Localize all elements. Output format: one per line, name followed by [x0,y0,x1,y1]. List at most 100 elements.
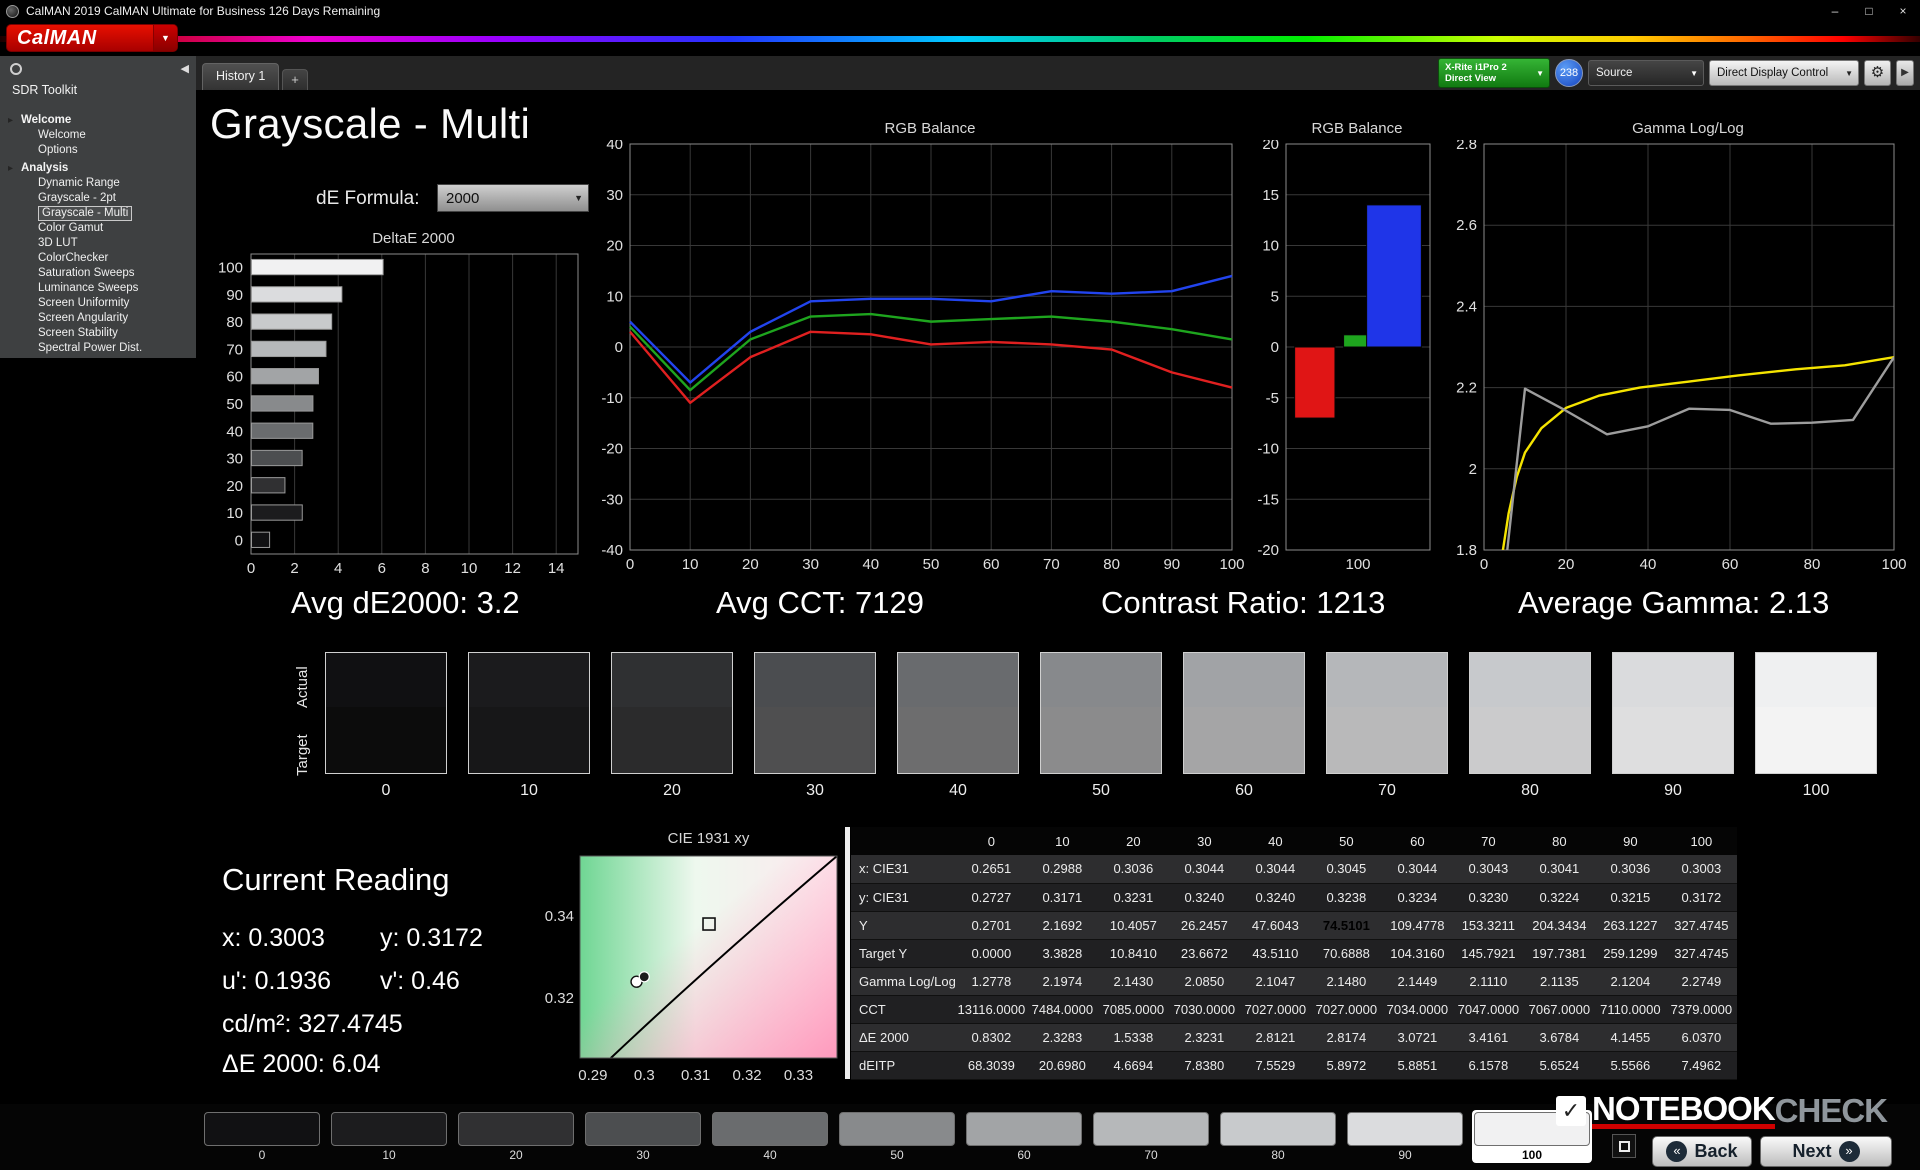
swatch-level-label: 70 [1326,782,1448,800]
svg-text:20: 20 [606,238,623,255]
swatch-level-label: 100 [1755,782,1877,800]
svg-text:8: 8 [421,560,429,577]
svg-text:20: 20 [1262,140,1279,153]
swatch-level-label: 20 [611,782,733,800]
table-cell: 7030.0000 [1169,995,1240,1023]
table-cell: 153.3211 [1453,911,1524,939]
table-cell: 0.3044 [1382,855,1453,883]
svg-text:0: 0 [247,560,255,577]
sidebar-item-grayscale-2pt[interactable]: Grayscale - 2pt [0,191,196,206]
pattern-level-button-10[interactable]: 10 [329,1110,449,1163]
tree-expand-icon: ▸ [8,113,13,128]
tab-history-1[interactable]: History 1 [202,63,279,90]
pattern-level-label: 0 [204,1148,320,1162]
next-button[interactable]: Next » [1760,1136,1892,1167]
svg-text:0.32: 0.32 [732,1067,761,1084]
sidebar-item-saturation-sweeps[interactable]: Saturation Sweeps [0,266,196,281]
table-cell: 7027.0000 [1311,995,1382,1023]
pattern-level-label: 90 [1347,1148,1463,1162]
table-cell: 26.2457 [1169,911,1240,939]
table-cell: 2.1110 [1453,967,1524,995]
sidebar-item-luminance-sweeps[interactable]: Luminance Sweeps [0,281,196,296]
sidebar-item-grayscale-multi[interactable]: Grayscale - Multi [0,206,196,221]
table-cell: 0.3036 [1098,855,1169,883]
stat-contrast-ratio: Contrast Ratio: 1213 [1101,585,1385,621]
svg-text:-40: -40 [601,542,623,559]
pattern-swatch [712,1112,828,1146]
pattern-level-button-20[interactable]: 20 [456,1110,576,1163]
table-cell: 20.6980 [1027,1051,1098,1079]
swatch-actual-target-box [897,652,1019,774]
pattern-swatch [331,1112,447,1146]
pattern-level-button-50[interactable]: 50 [837,1110,957,1163]
sidebar-item-color-gamut[interactable]: Color Gamut [0,221,196,236]
add-tab-button[interactable]: + [282,69,308,90]
maximize-button[interactable]: □ [1852,0,1886,22]
grayscale-swatch-10: 10 [468,652,590,800]
table-cell: 0.3231 [1098,883,1169,911]
table-cell: 2.0850 [1169,967,1240,995]
sidebar-item-welcome[interactable]: Welcome [0,128,196,143]
pattern-level-button-30[interactable]: 30 [583,1110,703,1163]
svg-text:0: 0 [615,339,623,356]
pattern-level-button-90[interactable]: 90 [1345,1110,1465,1163]
sidebar-section-welcome[interactable]: ▸Welcome [0,113,196,128]
pattern-window-button[interactable] [1612,1134,1636,1158]
table-row: Gamma Log/Log1.27782.19742.14302.08502.1… [851,967,1737,995]
svg-text:90: 90 [226,287,243,304]
table-cell: 10.4057 [1098,911,1169,939]
reading-v-prime: v': 0.46 [380,967,460,996]
stat-average-gamma: Average Gamma: 2.13 [1518,585,1829,621]
reading-delta-e: ΔE 2000: 6.04 [222,1050,380,1079]
pattern-level-button-60[interactable]: 60 [964,1110,1084,1163]
notebookcheck-watermark: ✓ NOTEBOOK CHECK [1556,1092,1887,1130]
pattern-level-label: 60 [966,1148,1082,1162]
sidebar-item-3d-lut[interactable]: 3D LUT [0,236,196,251]
source-select-button[interactable]: Source ▼ [1588,60,1704,86]
grayscale-swatch-60: 60 [1183,652,1305,800]
sidebar-collapse-button[interactable]: ◀ [181,62,189,75]
swatch-actual-target-box [754,652,876,774]
sidebar-item-screen-stability[interactable]: Screen Stability [0,326,196,341]
close-button[interactable]: × [1886,0,1920,22]
svg-text:60: 60 [1722,556,1739,573]
panel-arrow-button[interactable]: ▶ [1896,60,1914,86]
meter-select-button[interactable]: X-Rite i1Pro 2 Direct View ▼ [1438,58,1550,88]
table-cell: 7085.0000 [1098,995,1169,1023]
pattern-swatch [839,1112,955,1146]
table-row-label: x: CIE31 [851,855,956,883]
workflow-circle-button[interactable] [10,63,22,75]
meter-name-line1: X-Rite i1Pro 2 [1445,62,1531,73]
display-control-dropdown-icon: ▼ [1840,69,1858,78]
sidebar-item-dynamic-range[interactable]: Dynamic Range [0,176,196,191]
pattern-level-button-80[interactable]: 80 [1218,1110,1338,1163]
sidebar-item-spectral-power-dist[interactable]: Spectral Power Dist. [0,341,196,356]
settings-gear-button[interactable]: ⚙ [1864,60,1891,86]
back-button[interactable]: « Back [1652,1136,1752,1167]
table-cell: 197.7381 [1524,939,1595,967]
sidebar-item-colorchecker[interactable]: ColorChecker [0,251,196,266]
sidebar-section-analysis[interactable]: ▸Analysis [0,161,196,176]
svg-text:-20: -20 [601,441,623,458]
pattern-level-button-0[interactable]: 0 [202,1110,322,1163]
svg-text:30: 30 [606,187,623,204]
sidebar-item-screen-angularity[interactable]: Screen Angularity [0,311,196,326]
sidebar-item-options[interactable]: Options [0,143,196,158]
pattern-level-button-70[interactable]: 70 [1091,1110,1211,1163]
grayscale-swatch-strip: 0102030405060708090100 [325,652,1877,800]
display-control-button[interactable]: Direct Display Control ▼ [1709,60,1859,86]
sidebar-item-screen-uniformity[interactable]: Screen Uniformity [0,296,196,311]
table-cell: 4.6694 [1098,1051,1169,1079]
rgb-balance-bar-plot: 20151050-5-10-15-20100 [1238,140,1440,576]
pattern-level-button-40[interactable]: 40 [710,1110,830,1163]
de-formula-value: 2000 [438,190,569,207]
calman-logo-menu[interactable]: CalMAN ▼ [6,24,178,52]
svg-text:0.29: 0.29 [578,1067,607,1084]
table-row-label: dEITP [851,1051,956,1079]
svg-text:2.6: 2.6 [1456,217,1477,234]
minimize-button[interactable]: – [1818,0,1852,22]
pattern-swatch [1093,1112,1209,1146]
de-formula-select[interactable]: 2000 ▼ [437,184,589,212]
table-cell: 0.3044 [1240,855,1311,883]
table-cell: 109.4778 [1382,911,1453,939]
